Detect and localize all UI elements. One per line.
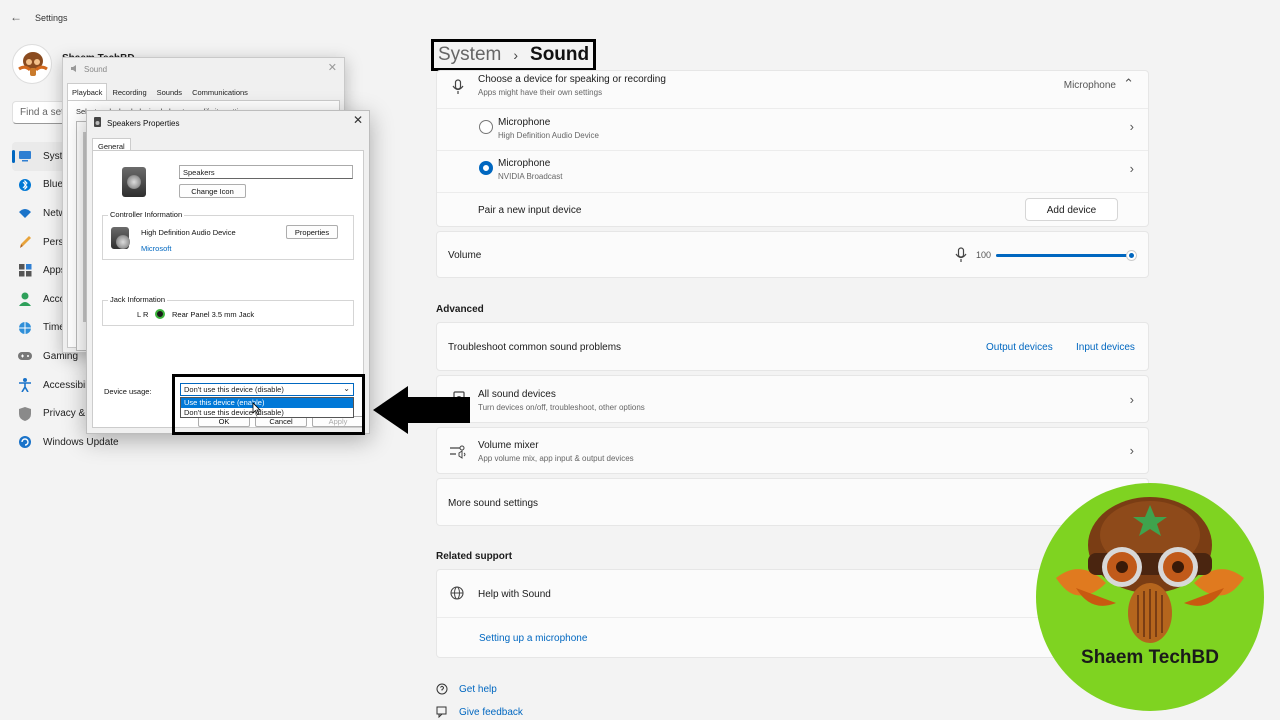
add-device-button[interactable]: Add device (1025, 198, 1118, 221)
globe-icon (18, 321, 32, 335)
chevron-right-icon[interactable]: › (1130, 443, 1134, 458)
speaker-icon (70, 64, 79, 75)
controller-info-heading: Controller Information (108, 210, 185, 219)
chevron-right-icon[interactable]: › (1130, 161, 1134, 176)
sidebar-item-label: Windows Update (43, 436, 119, 448)
chevron-right-icon[interactable]: › (1130, 392, 1134, 407)
radio-button[interactable] (479, 120, 493, 134)
controller-info-group: Controller Information High Definition A… (102, 210, 354, 260)
get-help-link[interactable]: Get help (459, 684, 497, 695)
system-icon (18, 149, 32, 163)
device-name-field[interactable]: Speakers (179, 165, 353, 179)
avatar (12, 44, 52, 84)
advanced-heading: Advanced (436, 304, 484, 315)
controller-vendor-link[interactable]: Microsoft (141, 244, 171, 253)
output-devices-link[interactable]: Output devices (986, 342, 1053, 353)
volume-mixer-subtitle: App volume mix, app input & output devic… (478, 454, 634, 463)
change-icon-button[interactable]: Change Icon (179, 184, 246, 198)
get-help-icon (436, 683, 449, 698)
volume-value: 100 (976, 250, 992, 260)
jack-name: Rear Panel 3.5 mm Jack (172, 310, 255, 319)
chevron-up-icon[interactable]: ⌃ (1123, 76, 1134, 92)
controller-name: High Definition Audio Device (141, 228, 236, 237)
logo-text: Shaem TechBD (1081, 647, 1219, 668)
globe-icon (450, 586, 464, 603)
speaker-device-icon (122, 167, 146, 197)
volume-slider-fill (996, 254, 1132, 257)
choose-input-title: Choose a device for speaking or recordin… (478, 74, 666, 85)
sound-dialog-title: Sound (70, 64, 107, 75)
update-icon (18, 435, 32, 449)
volume-slider[interactable] (996, 250, 1137, 261)
volume-card: Volume 100 (436, 231, 1149, 278)
input-devices-card: Choose a device for speaking or recordin… (436, 70, 1149, 227)
troubleshoot-card: Troubleshoot common sound problems Outpu… (436, 322, 1149, 371)
accessibility-icon (18, 378, 32, 393)
dialog-title-text: Speakers Properties (107, 118, 180, 128)
volume-label: Volume (448, 250, 482, 261)
gamepad-icon (18, 349, 32, 363)
microphone-icon[interactable] (955, 247, 967, 266)
breadcrumb-separator: › (513, 47, 519, 63)
device-subtitle: High Definition Audio Device (498, 131, 599, 140)
device-name: Microphone (498, 158, 551, 169)
properties-button[interactable]: Properties (286, 225, 338, 239)
choose-input-subtitle: Apps might have their own settings (478, 88, 603, 97)
highlight-box (172, 374, 365, 435)
wifi-icon (18, 206, 32, 220)
controller-icon (111, 227, 130, 249)
pointer-arrow-icon (373, 386, 471, 437)
brush-icon (18, 235, 32, 249)
input-device-option[interactable]: Microphone High Definition Audio Device … (437, 109, 1148, 150)
channel-logo: Shaem TechBD (1036, 483, 1264, 711)
green-jack-icon (155, 309, 165, 319)
app-title: Settings (35, 13, 68, 23)
all-devices-subtitle: Turn devices on/off, troubleshoot, other… (478, 403, 645, 412)
speakers-dialog-title: Speakers Properties (93, 117, 179, 129)
give-feedback-link[interactable]: Give feedback (459, 707, 523, 718)
jack-channels: L R (137, 310, 149, 319)
breadcrumb: System › Sound (431, 39, 597, 71)
related-support-heading: Related support (436, 551, 513, 562)
more-sound-settings-label: More sound settings (448, 498, 539, 509)
jack-info-heading: Jack Information (108, 295, 168, 304)
breadcrumb-parent[interactable]: System (438, 44, 501, 66)
jack-info-group: Jack Information L R Rear Panel 3.5 mm J… (102, 295, 354, 326)
mouse-cursor-icon (252, 402, 261, 418)
all-devices-title: All sound devices (478, 389, 556, 400)
back-arrow-icon[interactable]: ← (10, 10, 22, 24)
help-with-sound-label: Help with Sound (478, 589, 551, 600)
shield-icon (18, 406, 32, 421)
feedback-icon (436, 706, 449, 720)
close-icon[interactable]: ✕ (328, 61, 337, 74)
device-name: Microphone (498, 117, 551, 128)
setting-up-microphone-link[interactable]: Setting up a microphone (479, 633, 587, 644)
account-icon (18, 292, 32, 307)
device-subtitle: NVIDIA Broadcast (498, 172, 563, 181)
pair-device-row: Pair a new input device Add device (437, 193, 1148, 228)
page-title: Sound (530, 44, 590, 65)
close-icon[interactable]: ✕ (353, 113, 363, 127)
choose-input-row[interactable]: Choose a device for speaking or recordin… (437, 71, 1148, 108)
title-bar: ← Settings (0, 0, 420, 36)
input-devices-link[interactable]: Input devices (1076, 342, 1135, 353)
device-usage-label: Device usage: (104, 387, 152, 396)
troubleshoot-label: Troubleshoot common sound problems (448, 342, 622, 353)
chevron-right-icon[interactable]: › (1130, 119, 1134, 134)
pair-device-label: Pair a new input device (478, 205, 582, 216)
selected-input-device: Microphone (1063, 80, 1116, 91)
volume-mixer-card[interactable]: Volume mixer App volume mix, app input &… (436, 427, 1149, 474)
mascot-icon (1056, 497, 1244, 643)
input-device-option[interactable]: Microphone NVIDIA Broadcast › (437, 151, 1148, 192)
speaker-icon (93, 117, 102, 129)
volume-slider-thumb[interactable] (1126, 250, 1137, 261)
apps-icon (18, 264, 32, 278)
mixer-icon (450, 445, 466, 462)
microphone-icon (452, 79, 464, 98)
dialog-title-text: Sound (84, 65, 108, 74)
all-sound-devices-card[interactable]: All sound devices Turn devices on/off, t… (436, 375, 1149, 423)
radio-button-checked[interactable] (479, 161, 493, 175)
volume-mixer-title: Volume mixer (478, 440, 539, 451)
bluetooth-icon (18, 178, 32, 192)
